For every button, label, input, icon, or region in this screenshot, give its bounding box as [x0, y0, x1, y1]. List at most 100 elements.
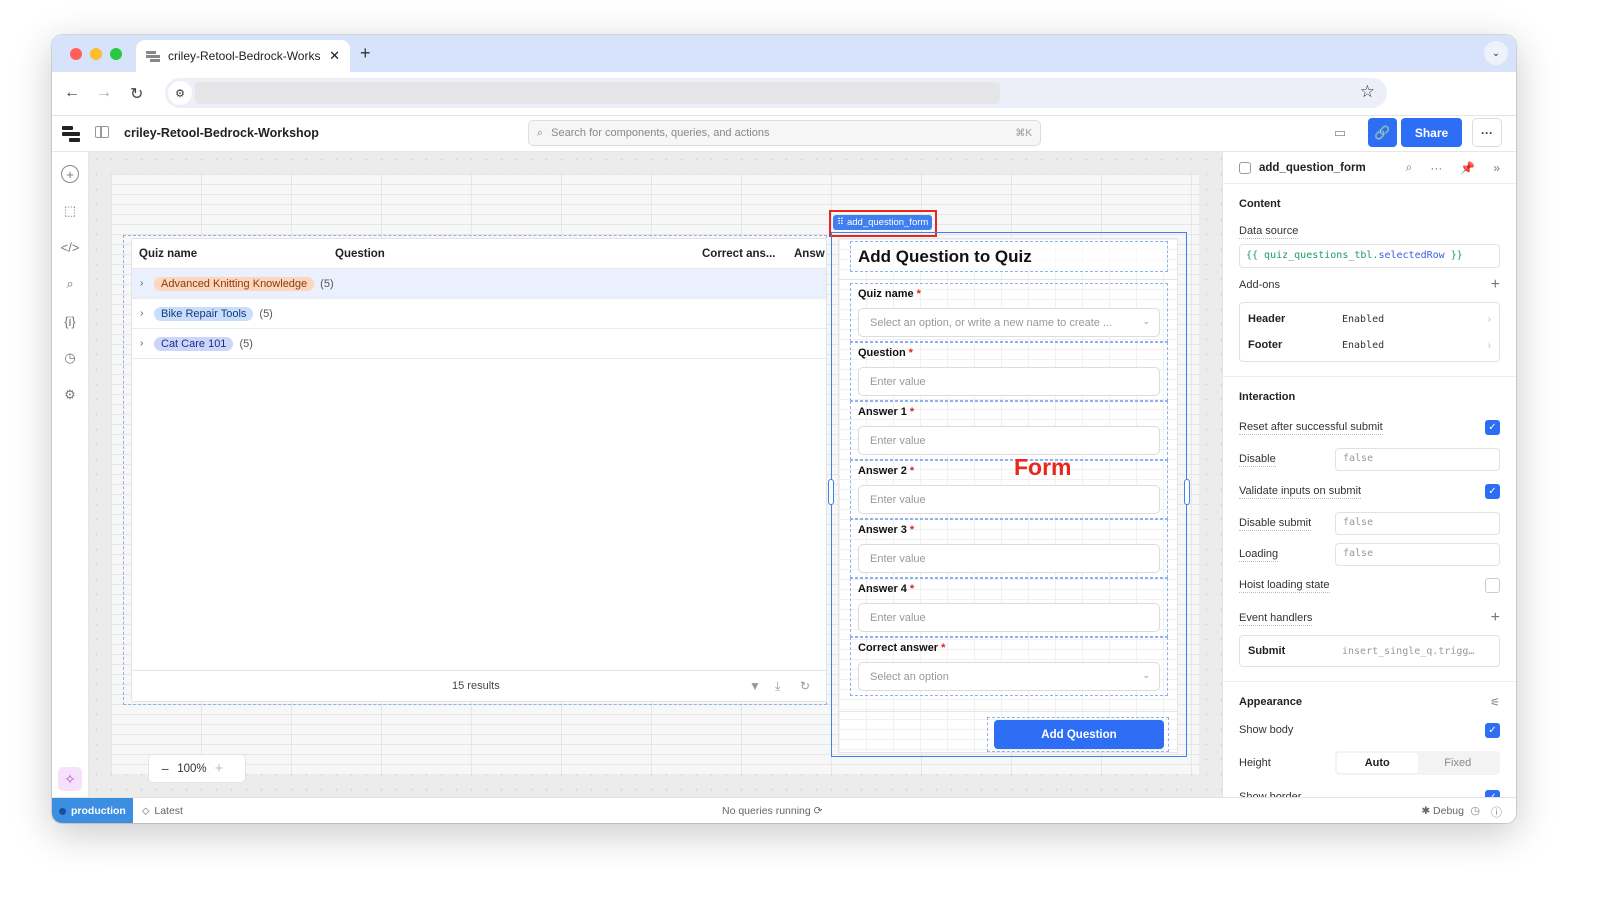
filter-icon[interactable]: ▼: [749, 679, 761, 693]
column-header-quiz-name[interactable]: Quiz name: [139, 248, 197, 260]
hoist-loading-checkbox[interactable]: [1485, 577, 1500, 593]
add-question-button[interactable]: Add Question: [994, 720, 1164, 749]
expand-chevron-icon[interactable]: ›: [140, 338, 148, 349]
collapse-panel-icon[interactable]: »: [1493, 161, 1500, 175]
retool-logo-icon[interactable]: [62, 125, 80, 143]
zoom-in-button[interactable]: +: [215, 760, 224, 777]
content-section: Content Data source {{ quiz_questions_tb…: [1223, 190, 1516, 362]
maximize-window-button[interactable]: [110, 48, 122, 60]
bookmark-star-icon[interactable]: ☆: [1360, 82, 1375, 102]
reload-icon[interactable]: ↻: [130, 84, 143, 104]
addon-footer[interactable]: Footer Enabled ›: [1240, 332, 1499, 358]
search-icon: ⌕: [537, 126, 544, 139]
table-group-row[interactable]: › Cat Care 101 (5): [132, 329, 826, 359]
code-text: }}: [1444, 250, 1463, 261]
close-tab-icon[interactable]: ✕: [329, 48, 340, 64]
minimize-window-button[interactable]: [90, 48, 102, 60]
search-icon[interactable]: ⌕: [61, 275, 79, 293]
event-action: insert_single_q.trigg…: [1342, 645, 1475, 657]
zoom-out-button[interactable]: −: [161, 761, 169, 777]
correct-answer-select[interactable]: Select an option ⌄: [858, 662, 1160, 691]
query-status-text: No queries running: [722, 805, 811, 817]
data-source-input[interactable]: {{ quiz_questions_tbl.selectedRow }}: [1239, 244, 1500, 268]
resize-handle-right[interactable]: [1184, 479, 1190, 505]
browser-tab[interactable]: criley-Retool-Bedrock-Workshop ✕: [136, 40, 350, 72]
disable-submit-input[interactable]: false: [1335, 511, 1500, 535]
answer-2-input[interactable]: Enter value: [858, 485, 1160, 514]
environment-badge[interactable]: production: [52, 798, 133, 823]
add-component-icon[interactable]: +: [61, 165, 79, 183]
inspector-component-name[interactable]: add_question_form: [1259, 162, 1388, 174]
add-addon-icon[interactable]: +: [1491, 276, 1500, 294]
loading-label: Loading: [1239, 547, 1279, 562]
column-header-answer[interactable]: Answ: [794, 248, 825, 260]
answer-4-input[interactable]: Enter value: [858, 603, 1160, 632]
url-bar[interactable]: ⚙ ☆: [165, 78, 1387, 108]
question-input[interactable]: Enter value: [858, 367, 1160, 396]
validate-inputs-checkbox[interactable]: ✓: [1485, 483, 1500, 499]
select-cursor-icon[interactable]: ⬚: [61, 202, 79, 220]
state-icon[interactable]: {i}: [61, 312, 79, 330]
quiz-name-select[interactable]: Select an option, or write a new name to…: [858, 308, 1160, 337]
new-tab-button[interactable]: +: [360, 43, 371, 64]
refresh-icon[interactable]: ↻: [800, 679, 810, 693]
drag-handle-icon[interactable]: ⠿: [837, 217, 844, 228]
forward-arrow-icon[interactable]: →: [96, 84, 112, 102]
command-search-input[interactable]: ⌕ Search for components, queries, and ac…: [528, 120, 1041, 146]
expand-chevron-icon[interactable]: ›: [140, 308, 148, 319]
more-options-button[interactable]: ···: [1472, 118, 1502, 147]
search-icon[interactable]: ⌕: [1406, 160, 1413, 175]
style-settings-icon[interactable]: ⚟: [1490, 696, 1500, 709]
code-icon[interactable]: </>: [61, 238, 80, 256]
history-icon[interactable]: ◷: [1470, 804, 1480, 817]
reset-after-submit-checkbox[interactable]: ✓: [1485, 419, 1500, 435]
site-settings-icon[interactable]: ⚙: [168, 81, 192, 105]
expand-chevron-icon[interactable]: ›: [140, 278, 148, 289]
table-group-row[interactable]: › Bike Repair Tools (5): [132, 299, 826, 329]
section-title-text: Appearance: [1239, 696, 1302, 708]
app-title[interactable]: criley-Retool-Bedrock-Workshop: [124, 126, 319, 140]
pin-icon[interactable]: 📌: [1460, 161, 1475, 175]
help-icon[interactable]: ⓘ: [1491, 804, 1502, 820]
answer-3-input[interactable]: Enter value: [858, 544, 1160, 573]
quiz-questions-table[interactable]: Quiz name Question Correct ans... Answ ›…: [131, 238, 827, 702]
addon-header[interactable]: Header Enabled ›: [1240, 306, 1499, 332]
add-question-form: Add Question to Quiz Quiz name * Select a…: [838, 238, 1178, 753]
addon-name: Footer: [1248, 339, 1283, 351]
column-header-correct-answer[interactable]: Correct ans...: [702, 248, 776, 260]
download-icon[interactable]: ⤓: [775, 679, 780, 694]
browser-window: criley-Retool-Bedrock-Workshop ✕ + ⌄ ← →…: [52, 35, 1516, 823]
preview-icon[interactable]: ▭: [1326, 119, 1354, 147]
answer-1-input[interactable]: Enter value: [858, 426, 1160, 455]
show-border-checkbox[interactable]: ✓: [1485, 789, 1500, 797]
address-bar-row: ← → ↻ ⚙ ☆: [52, 72, 1516, 116]
loading-input[interactable]: false: [1335, 542, 1500, 566]
height-option-auto[interactable]: Auto: [1337, 753, 1418, 773]
add-event-handler-icon[interactable]: +: [1491, 609, 1500, 627]
debug-label: Debug: [1433, 805, 1464, 817]
ai-assist-sparkle-icon[interactable]: ✧: [58, 767, 82, 791]
close-window-button[interactable]: [70, 48, 82, 60]
event-handler-submit[interactable]: Submit insert_single_q.trigg…: [1239, 635, 1500, 667]
disable-input[interactable]: false: [1335, 447, 1500, 471]
table-group-row[interactable]: › Advanced Knitting Knowledge (5): [132, 269, 826, 299]
show-body-checkbox[interactable]: ✓: [1485, 722, 1500, 738]
settings-icon[interactable]: ⚙: [61, 386, 79, 404]
share-button[interactable]: Share: [1401, 118, 1462, 147]
height-option-fixed[interactable]: Fixed: [1418, 753, 1499, 773]
column-header-question[interactable]: Question: [335, 248, 385, 260]
history-icon[interactable]: ◷: [61, 349, 79, 367]
pages-panel-icon[interactable]: [95, 126, 109, 138]
event-handlers-label: Event handlers: [1239, 611, 1313, 626]
resize-handle-left[interactable]: [828, 479, 834, 505]
debug-button[interactable]: ✱ Debug: [1421, 805, 1464, 817]
answer-1-field: Answer 1 * Enter value: [850, 401, 1168, 460]
more-icon[interactable]: ···: [1430, 161, 1442, 175]
component-name-tag[interactable]: ⠿ add_question_form: [833, 215, 933, 230]
copy-link-button[interactable]: 🔗: [1368, 118, 1397, 147]
component-name: add_question_form: [846, 217, 929, 228]
back-arrow-icon[interactable]: ←: [64, 84, 80, 102]
version-selector[interactable]: ⬦ Latest: [142, 805, 183, 818]
url-field[interactable]: [195, 82, 1000, 104]
tab-search-chevron-icon[interactable]: ⌄: [1484, 41, 1508, 65]
